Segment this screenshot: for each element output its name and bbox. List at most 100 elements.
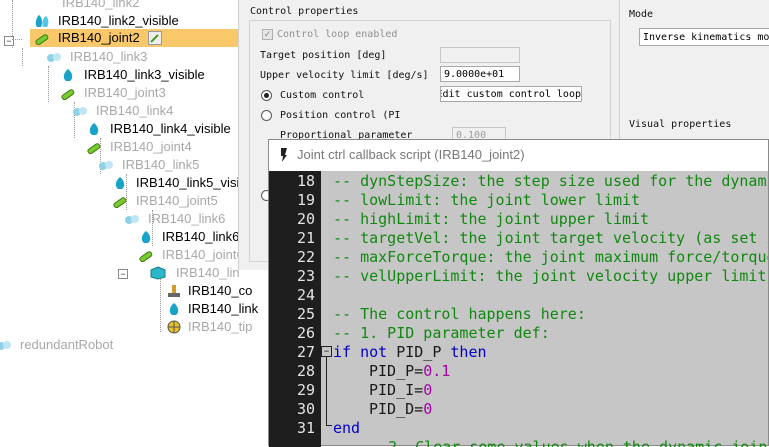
tree-item[interactable]: IRB140_link2_visible bbox=[0, 12, 250, 30]
tree-item-label: IRB140_joint5 bbox=[136, 193, 218, 208]
position-control-radio[interactable] bbox=[261, 110, 272, 121]
target-position-input[interactable] bbox=[440, 47, 520, 63]
tree-item[interactable]: IRB140_joint3 bbox=[0, 84, 250, 102]
line-number: 23 bbox=[296, 267, 315, 285]
tree-item-label: IRB140_link2 bbox=[62, 0, 140, 10]
cube-icon bbox=[150, 266, 166, 280]
line-number: 24 bbox=[296, 286, 315, 304]
fold-guide bbox=[326, 425, 332, 426]
shape-icon bbox=[46, 50, 62, 64]
identifier: PID_P= bbox=[369, 362, 424, 380]
upper-velocity-label: Upper velocity limit [deg/s] bbox=[260, 70, 429, 81]
number-literal: 0.1 bbox=[423, 362, 451, 380]
upper-velocity-input[interactable]: 9.0000e+01 bbox=[440, 66, 520, 82]
editor-titlebar[interactable]: Joint ctrl callback script (IRB140_joint… bbox=[269, 140, 768, 171]
code-line: PID_D=0 bbox=[369, 400, 432, 418]
script-icon[interactable] bbox=[148, 31, 162, 45]
control-properties-title: Control properties bbox=[250, 6, 359, 17]
collapse-icon[interactable]: − bbox=[4, 36, 14, 46]
line-number: 28 bbox=[296, 362, 315, 380]
tree-item[interactable]: IRB140_co bbox=[0, 282, 253, 300]
tree-item[interactable]: IRB140_link6 bbox=[0, 210, 250, 228]
tree-item-label: IRB140_link bbox=[188, 301, 259, 316]
line-number: 29 bbox=[296, 381, 315, 399]
mode-select[interactable]: Inverse kinematics mo bbox=[639, 28, 769, 46]
tree-item[interactable]: IRB140_link2 bbox=[0, 0, 250, 12]
shape-icon bbox=[138, 230, 154, 244]
tree-item[interactable]: IRB140_link bbox=[0, 300, 258, 318]
tree-item[interactable]: IRB140_link4_visible bbox=[0, 120, 250, 138]
tree-item[interactable]: IRB140_link3 bbox=[0, 48, 250, 66]
code-line: -- lowLimit: the joint lower limit bbox=[333, 191, 641, 209]
visual-properties-title: Visual properties bbox=[629, 119, 732, 130]
tree-item-label: redundantRobot bbox=[20, 337, 114, 352]
tree-item-label: IRB140_joint6 bbox=[162, 247, 244, 262]
code-line: end bbox=[333, 419, 361, 437]
tree-item-label: IRB140_link3_visible bbox=[84, 67, 205, 82]
tree-item-label: IRB140_link5 bbox=[122, 157, 200, 172]
tree-item-selected[interactable]: IRB140_joint2 bbox=[30, 29, 240, 47]
target-position-label: Target position [deg] bbox=[260, 50, 387, 61]
line-number: 22 bbox=[296, 248, 315, 266]
tree-item[interactable]: IRB140_link5_visi bbox=[0, 174, 250, 192]
shape-icon bbox=[0, 338, 12, 352]
keyword: then bbox=[450, 343, 487, 361]
tree-item[interactable]: IRB140_link5 bbox=[0, 156, 250, 174]
fold-collapse-icon[interactable]: − bbox=[321, 346, 332, 357]
control-loop-label: Control loop enabled bbox=[277, 29, 398, 40]
identifier: PID_I= bbox=[369, 381, 424, 399]
code-line: PID_P=0.1 bbox=[369, 362, 450, 380]
line-number: 27 bbox=[296, 343, 315, 361]
tree-item-label: IRB140_co bbox=[188, 283, 253, 298]
line-number: 18 bbox=[296, 172, 315, 190]
fold-guide bbox=[326, 357, 327, 425]
script-file-icon bbox=[279, 147, 289, 163]
tree-item[interactable]: IRB140_tip bbox=[0, 318, 252, 336]
tree-item-label: IRB140_joint4 bbox=[110, 139, 192, 154]
keyword: not bbox=[360, 343, 388, 361]
tree-item[interactable]: IRB140_link4 bbox=[0, 102, 250, 120]
tree-item[interactable]: IRB140_link6 bbox=[0, 228, 250, 246]
tree-item-label: IRB140_link4_visible bbox=[110, 121, 231, 136]
line-number: 21 bbox=[296, 229, 315, 247]
position-control-label: Position control (PI bbox=[280, 110, 401, 121]
tree-item-label: IRB140_link6 bbox=[148, 211, 226, 226]
scene-hierarchy: IRB140_link2 IRB140_link2_visible − IRB1… bbox=[0, 0, 258, 446]
keyword: if bbox=[333, 343, 352, 361]
code-line: -- targetVel: the joint target velocity … bbox=[333, 229, 768, 247]
shape-icon bbox=[98, 158, 114, 172]
control-loop-checkbox[interactable]: ✓ bbox=[262, 29, 273, 40]
edit-custom-control-label: Edit custom control loop bbox=[440, 89, 581, 100]
joint-icon bbox=[138, 248, 154, 263]
tree-item-label: IRB140_link6 bbox=[162, 229, 240, 244]
shape-icon bbox=[124, 212, 140, 226]
mode-title: Mode bbox=[629, 9, 654, 20]
sensor-icon bbox=[166, 284, 182, 298]
identifier: PID_P bbox=[387, 343, 451, 361]
line-number: 25 bbox=[296, 305, 315, 323]
code-area[interactable]: -- dynStepSize: the step size used for t… bbox=[333, 171, 768, 447]
edit-custom-control-button[interactable]: Edit custom control loop bbox=[440, 86, 582, 102]
shape-icon bbox=[86, 122, 102, 136]
tree-item-label: IRB140_lin bbox=[176, 265, 240, 280]
line-number: 19 bbox=[296, 191, 315, 209]
code-line: -- velUpperLimit: the joint velocity upp… bbox=[333, 267, 767, 285]
shape-icon bbox=[34, 14, 50, 28]
code-line: if not PID_P then bbox=[333, 343, 487, 361]
script-editor-window: Joint ctrl callback script (IRB140_joint… bbox=[268, 139, 769, 447]
line-number: 31 bbox=[296, 419, 315, 437]
tree-item[interactable]: IRB140_link3_visible bbox=[0, 66, 250, 84]
custom-control-radio[interactable] bbox=[261, 90, 272, 101]
tree-item[interactable]: IRB140_joint4 bbox=[0, 138, 250, 156]
tree-item[interactable]: IRB140_lin bbox=[0, 264, 250, 282]
line-number: 26 bbox=[296, 324, 315, 342]
joint-icon bbox=[86, 140, 102, 155]
identifier: PID_D= bbox=[369, 400, 424, 418]
shape-icon bbox=[72, 104, 88, 118]
tree-item[interactable]: IRB140_joint5 bbox=[0, 192, 250, 210]
code-line: -- maxForceTorque: the joint maximum for… bbox=[333, 248, 768, 266]
tree-item[interactable]: IRB140_joint6 bbox=[0, 246, 250, 264]
tree-item[interactable]: redundantRobot bbox=[0, 336, 250, 354]
joint-icon bbox=[60, 86, 76, 101]
code-line: PID_I=0 bbox=[369, 381, 432, 399]
